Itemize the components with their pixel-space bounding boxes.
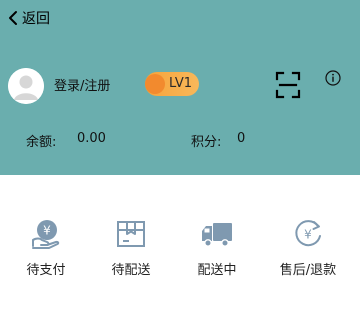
payment-icon: ¥ [32,220,60,249]
points-value: 0 [237,131,246,146]
chevron-left-icon [6,8,20,28]
info-icon[interactable] [325,70,341,86]
login-register-link[interactable]: 登录/注册 [54,79,110,95]
points-label: 积分: [191,135,222,150]
order-in-delivery-label: 配送中 [197,263,237,278]
order-status-bar: ¥ 待支付 待配送 配送中 ¥ 售后/退款 [0,218,360,288]
scan-icon[interactable] [275,71,301,99]
back-label: 返回 [22,11,50,27]
order-after-sales-refund-label: 售后/退款 [279,263,337,278]
refund-icon: ¥ [295,220,321,247]
avatar[interactable] [8,68,44,104]
user-avatar-icon [8,68,44,104]
order-pending-payment[interactable]: ¥ 待支付 [11,218,81,278]
order-in-delivery[interactable]: 配送中 [182,218,252,278]
level-badge-icon [145,74,165,94]
delivery-truck-icon [202,223,232,247]
svg-text:¥: ¥ [43,224,51,238]
order-pending-delivery-label: 待配送 [111,263,151,278]
level-badge: LV1 [145,72,199,96]
back-button[interactable]: 返回 [6,7,50,29]
order-after-sales-refund[interactable]: ¥ 售后/退款 [273,218,343,278]
level-label: LV1 [169,76,192,91]
order-pending-payment-label: 待支付 [26,263,66,278]
package-icon [117,221,145,247]
svg-text:¥: ¥ [304,228,312,242]
order-pending-delivery[interactable]: 待配送 [96,218,166,278]
account-header: 返回 登录/注册 LV1 余额: 0.00 积分: 0 [0,0,360,175]
balance-label: 余额: [26,135,57,150]
balance-value: 0.00 [77,131,106,146]
